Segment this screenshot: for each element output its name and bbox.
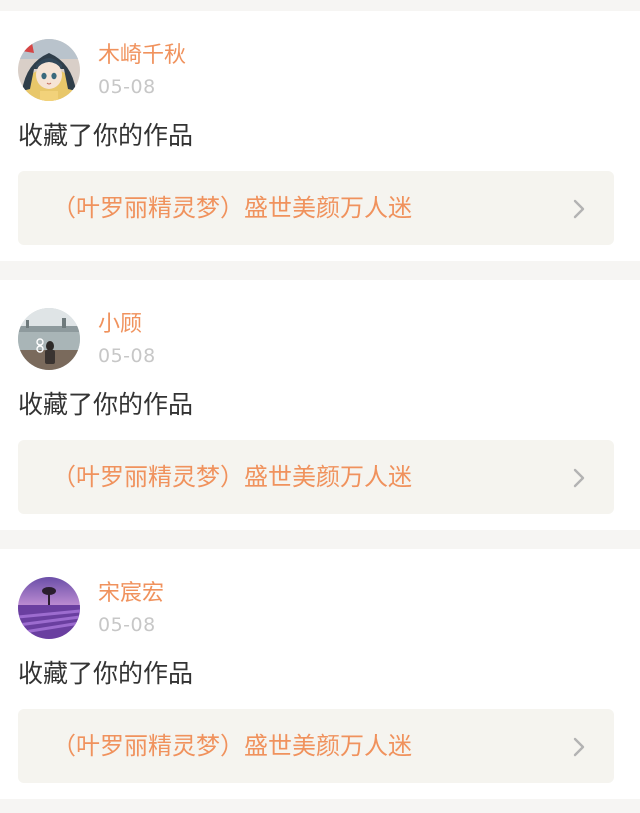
chevron-right-icon <box>572 199 586 219</box>
work-title: （叶罗丽精灵梦）盛世美颜万人迷 <box>52 194 412 222</box>
work-title: （叶罗丽精灵梦）盛世美颜万人迷 <box>52 463 412 491</box>
username[interactable]: 木崎千秋 <box>98 41 186 71</box>
notification-feed: 木崎千秋 05-08 收藏了你的作品 （叶罗丽精灵梦）盛世美颜万人迷 小顾 05… <box>0 0 640 813</box>
lakeside-photo-avatar-icon <box>18 308 80 370</box>
avatar[interactable] <box>18 39 80 101</box>
timestamp: 05-08 <box>98 614 156 636</box>
work-link-button[interactable]: （叶罗丽精灵梦）盛世美颜万人迷 <box>18 440 614 514</box>
action-text: 收藏了你的作品 <box>18 659 194 688</box>
action-text: 收藏了你的作品 <box>18 121 194 150</box>
timestamp: 05-08 <box>98 76 156 98</box>
chevron-right-icon <box>572 468 586 488</box>
notification-card: 木崎千秋 05-08 收藏了你的作品 （叶罗丽精灵梦）盛世美颜万人迷 <box>0 11 640 261</box>
anime-girl-avatar-icon <box>18 39 80 101</box>
notification-card: 宋宸宏 05-08 收藏了你的作品 （叶罗丽精灵梦）盛世美颜万人迷 <box>0 549 640 799</box>
avatar[interactable] <box>18 577 80 639</box>
chevron-right-icon <box>572 737 586 757</box>
work-link-button[interactable]: （叶罗丽精灵梦）盛世美颜万人迷 <box>18 709 614 783</box>
action-text: 收藏了你的作品 <box>18 390 194 419</box>
username[interactable]: 小顾 <box>98 310 142 340</box>
notification-card: 小顾 05-08 收藏了你的作品 （叶罗丽精灵梦）盛世美颜万人迷 <box>0 280 640 530</box>
work-title: （叶罗丽精灵梦）盛世美颜万人迷 <box>52 732 412 760</box>
username[interactable]: 宋宸宏 <box>98 579 164 609</box>
lavender-field-avatar-icon <box>18 577 80 639</box>
avatar[interactable] <box>18 308 80 370</box>
timestamp: 05-08 <box>98 345 156 367</box>
work-link-button[interactable]: （叶罗丽精灵梦）盛世美颜万人迷 <box>18 171 614 245</box>
